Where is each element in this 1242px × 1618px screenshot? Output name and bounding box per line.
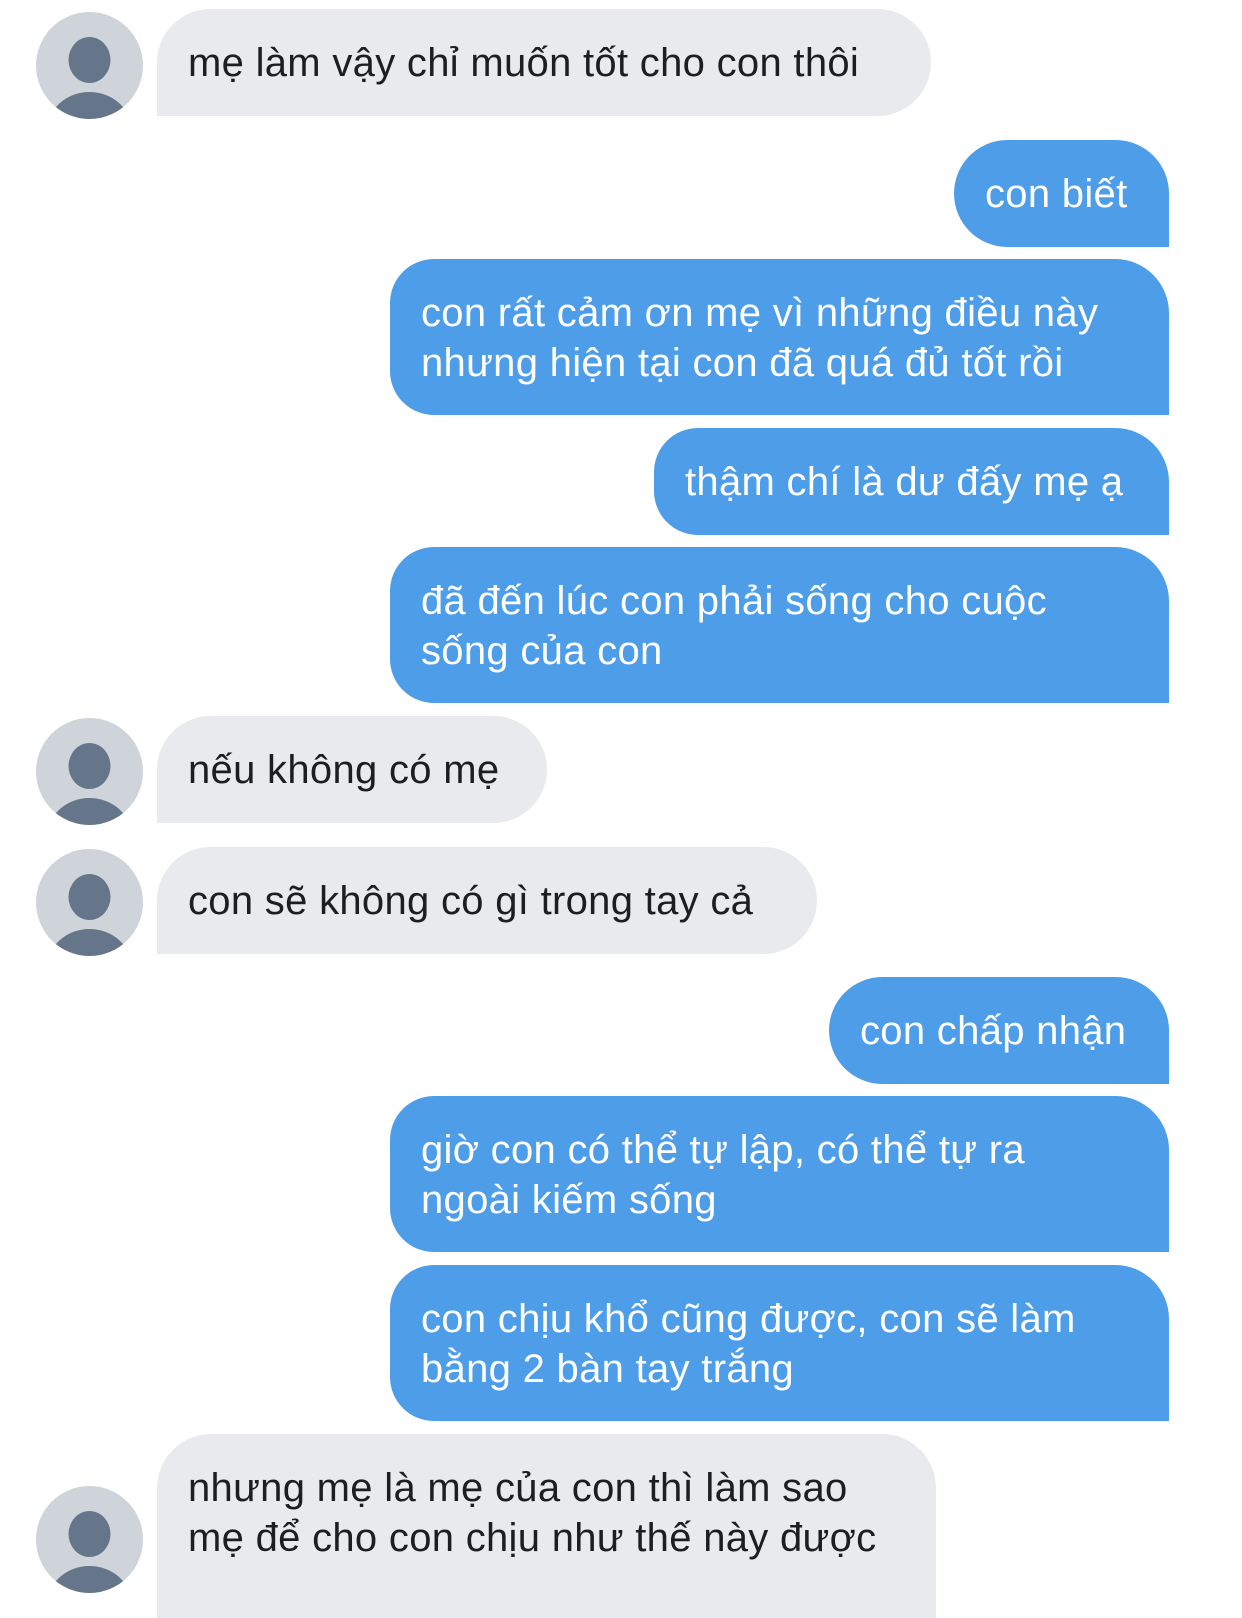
message-bubble-outgoing[interactable]: thậm chí là dư đấy mẹ ạ	[654, 428, 1169, 535]
user-silhouette-icon	[49, 1511, 130, 1593]
message-bubble-incoming[interactable]: nhưng mẹ là mẹ của con thì làm sao mẹ để…	[157, 1434, 936, 1618]
message-bubble-incoming[interactable]: con sẽ không có gì trong tay cả	[157, 847, 817, 954]
message-bubble-outgoing[interactable]: con chấp nhận	[829, 977, 1169, 1084]
message-text: nếu không có mẹ	[188, 748, 500, 792]
message-text-line: nhưng hiện tại con đã quá đủ tốt rồi	[421, 341, 1064, 385]
avatar-mother-icon[interactable]	[36, 849, 143, 956]
message-text-line: đã đến lúc con phải sống cho cuộc	[421, 579, 1047, 623]
message-text: con chấp nhận	[860, 1009, 1127, 1053]
message-text: con sẽ không có gì trong tay cả	[188, 879, 754, 923]
message-text-line: giờ con có thể tự lập, có thể tự ra	[421, 1128, 1025, 1172]
message-bubble-outgoing[interactable]: giờ con có thể tự lập, có thể tự ra ngoà…	[390, 1096, 1169, 1252]
message-text-line: ngoài kiếm sống	[421, 1178, 717, 1222]
message-text: con biết	[985, 172, 1128, 216]
message-bubble-incoming[interactable]: mẹ làm vậy chỉ muốn tốt cho con thôi	[157, 9, 931, 116]
message-bubble-incoming[interactable]: nếu không có mẹ	[157, 716, 547, 823]
message-text: mẹ làm vậy chỉ muốn tốt cho con thôi	[188, 41, 860, 85]
message-text-line: nhưng mẹ là mẹ của con thì làm sao	[188, 1466, 848, 1510]
user-silhouette-icon	[49, 743, 130, 825]
avatar-mother-icon[interactable]	[36, 1486, 143, 1593]
user-silhouette-icon	[49, 874, 130, 956]
message-text-line: sống của con	[421, 629, 663, 673]
message-text-line: con chịu khổ cũng được, con sẽ làm	[421, 1297, 1076, 1341]
message-bubble-outgoing[interactable]: con chịu khổ cũng được, con sẽ làm bằng …	[390, 1265, 1169, 1421]
message-text: thậm chí là dư đấy mẹ ạ	[685, 460, 1124, 504]
avatar-mother-icon[interactable]	[36, 718, 143, 825]
user-silhouette-icon	[49, 37, 130, 119]
message-bubble-outgoing[interactable]: con rất cảm ơn mẹ vì những điều này nhưn…	[390, 259, 1169, 415]
message-bubble-outgoing[interactable]: đã đến lúc con phải sống cho cuộc sống c…	[390, 547, 1169, 703]
message-text-line: mẹ để cho con chịu như thế này được	[188, 1516, 877, 1560]
message-text-line: con rất cảm ơn mẹ vì những điều này	[421, 291, 1099, 335]
message-bubble-outgoing[interactable]: con biết	[954, 140, 1169, 247]
avatar-mother-icon[interactable]	[36, 12, 143, 119]
message-text-line: bằng 2 bàn tay trắng	[421, 1347, 794, 1391]
